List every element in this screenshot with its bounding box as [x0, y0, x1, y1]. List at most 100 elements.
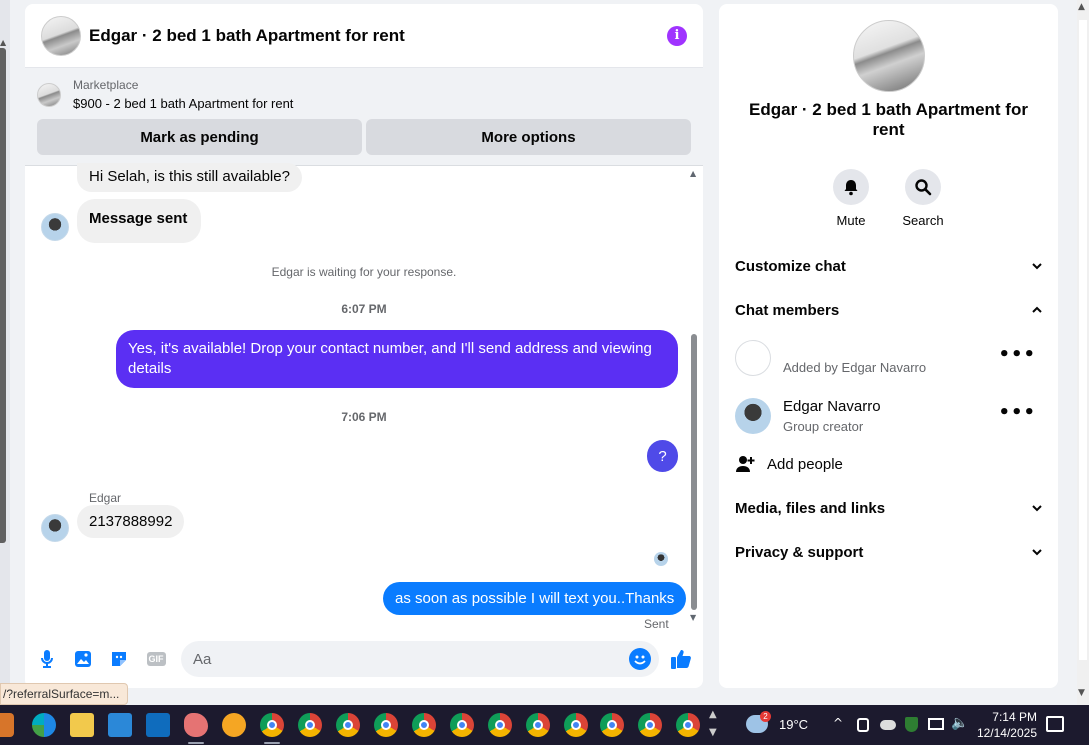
more-options-button[interactable]: More options [366, 119, 691, 155]
listing-thumbnail[interactable] [37, 82, 61, 107]
chat-info-panel: Edgar · 2 bed 1 bath Apartment for rent … [719, 4, 1058, 688]
file-explorer-icon[interactable] [70, 713, 94, 737]
chevron-up-icon [1032, 306, 1042, 313]
seen-avatar [654, 552, 668, 566]
message-scrollbar[interactable]: ▲ ▼ [690, 167, 698, 627]
member-row[interactable]: Added by Edgar Navarro ••• [735, 338, 1042, 378]
customize-chat-row[interactable]: Customize chat [735, 254, 1042, 278]
chrome-icon[interactable] [336, 713, 360, 737]
chrome-icon[interactable] [526, 713, 550, 737]
page-scrollbar[interactable]: ▲ ▼ [1077, 0, 1089, 705]
left-scrollbar[interactable]: ▲ [0, 0, 10, 705]
tray-app-icon[interactable] [857, 718, 869, 732]
chrome-icon[interactable] [298, 713, 322, 737]
chrome-icon[interactable] [260, 713, 284, 737]
listing-avatar-large[interactable] [853, 20, 925, 92]
mark-as-pending-button[interactable]: Mark as pending [37, 119, 362, 155]
search-icon[interactable] [905, 169, 941, 205]
gif-icon[interactable]: GIF [145, 649, 167, 669]
outgoing-message[interactable]: ? [647, 440, 678, 472]
running-indicator [264, 742, 280, 744]
chrome-icon[interactable] [374, 713, 398, 737]
scroll-up-arrow-icon[interactable]: ▲ [0, 38, 6, 47]
chrome-icon[interactable] [488, 713, 512, 737]
taskbar-scroll-down-icon[interactable]: ▼ [709, 727, 717, 738]
mute-button[interactable]: Mute [821, 169, 881, 228]
privacy-support-row[interactable]: Privacy & support [735, 540, 1042, 564]
outlook-icon[interactable] [146, 713, 170, 737]
add-people-label: Add people [767, 455, 843, 473]
member-subtitle: Group creator [783, 419, 864, 434]
chevron-down-icon [1032, 505, 1042, 512]
app-icon[interactable] [0, 713, 14, 737]
temperature[interactable]: 19°C [779, 717, 808, 732]
listing-avatar[interactable] [41, 15, 81, 56]
media-files-links-row[interactable]: Media, files and links [735, 496, 1042, 520]
page-scroll-down-icon[interactable]: ▼ [1078, 688, 1085, 698]
page-scroll-up-icon[interactable]: ▲ [1078, 2, 1085, 12]
incoming-message[interactable]: 2137888992 [77, 505, 185, 538]
chrome-icon[interactable] [564, 713, 588, 737]
sender-avatar[interactable] [41, 213, 69, 241]
taskbar-scroll-up-icon[interactable]: ▲ [709, 709, 717, 720]
marketplace-label: Marketplace [73, 78, 139, 92]
member-avatar[interactable] [735, 398, 771, 434]
scroll-up-icon[interactable]: ▲ [690, 169, 696, 178]
incoming-message[interactable]: Message sent [77, 199, 202, 243]
clock-time: 7:14 PM [992, 710, 1037, 724]
paint-icon[interactable] [184, 713, 208, 737]
more-icon[interactable]: ••• [998, 344, 1036, 365]
tray-overflow-icon[interactable]: ^ [833, 716, 843, 730]
network-icon[interactable] [928, 718, 944, 730]
microphone-icon[interactable] [37, 649, 57, 669]
privacy-support-label: Privacy & support [735, 543, 864, 561]
chat-members-label: Chat members [735, 301, 840, 319]
store-icon[interactable] [108, 713, 132, 737]
listing-title[interactable]: $900 - 2 bed 1 bath Apartment for rent [73, 96, 293, 111]
customize-chat-label: Customize chat [735, 257, 846, 275]
chrome-icon[interactable] [676, 713, 700, 737]
outgoing-message[interactable]: Yes, it's available! Drop your contact n… [116, 330, 678, 388]
clock[interactable]: 7:14 PM 12/14/2025 [977, 709, 1037, 741]
chrome-icon[interactable] [412, 713, 436, 737]
message-composer: GIF Aa [25, 639, 703, 681]
edge-icon[interactable] [32, 713, 56, 737]
info-icon[interactable]: i [667, 25, 687, 46]
onedrive-icon[interactable] [880, 720, 896, 730]
search-button[interactable]: Search [893, 169, 953, 228]
emoji-icon[interactable] [629, 648, 651, 670]
sticker-icon[interactable] [109, 649, 129, 669]
member-name[interactable]: Edgar Navarro [783, 398, 881, 415]
chat-title[interactable]: Edgar · 2 bed 1 bath Apartment for rent [89, 26, 405, 46]
member-subtitle: Added by Edgar Navarro [783, 360, 927, 375]
scrollbar-thumb[interactable] [0, 48, 6, 543]
message-scrollbar-thumb[interactable] [691, 334, 697, 610]
chrome-icon[interactable] [450, 713, 474, 737]
system-notice: Edgar is waiting for your response. [271, 265, 457, 279]
sender-name: Edgar [89, 491, 122, 505]
chrome-icon[interactable] [600, 713, 624, 737]
photo-icon[interactable] [73, 649, 93, 669]
thumbs-up-icon[interactable] [669, 647, 693, 671]
weather-app-icon[interactable] [222, 713, 246, 737]
message-input[interactable]: Aa [181, 641, 659, 677]
volume-icon[interactable]: 🔈 [951, 715, 968, 731]
sender-avatar[interactable] [41, 514, 69, 542]
member-row[interactable]: Edgar Navarro Group creator ••• [735, 396, 1042, 436]
windows-taskbar: ▲ ▼ 2 19°C ^ 🔈 7:14 PM 12/14/2025 [0, 705, 1089, 745]
security-shield-icon[interactable] [905, 717, 918, 732]
scroll-down-icon[interactable]: ▼ [690, 613, 696, 622]
link-status-tooltip: /?referralSurface=m... [0, 683, 129, 705]
chrome-icon[interactable] [638, 713, 662, 737]
outgoing-message[interactable]: as soon as possible I will text you..Tha… [383, 582, 687, 615]
bell-icon[interactable] [833, 169, 869, 205]
add-people-button[interactable]: Add people [735, 454, 843, 474]
media-files-links-label: Media, files and links [735, 499, 886, 517]
more-icon[interactable]: ••• [998, 402, 1036, 423]
page-scrollbar-track[interactable] [1079, 20, 1087, 660]
chat-members-row[interactable]: Chat members [735, 298, 1042, 322]
member-avatar[interactable] [735, 340, 771, 376]
chevron-down-icon [1032, 263, 1042, 270]
notifications-icon[interactable] [1046, 716, 1064, 732]
incoming-message[interactable]: Hi Selah, is this still available? [77, 163, 302, 192]
